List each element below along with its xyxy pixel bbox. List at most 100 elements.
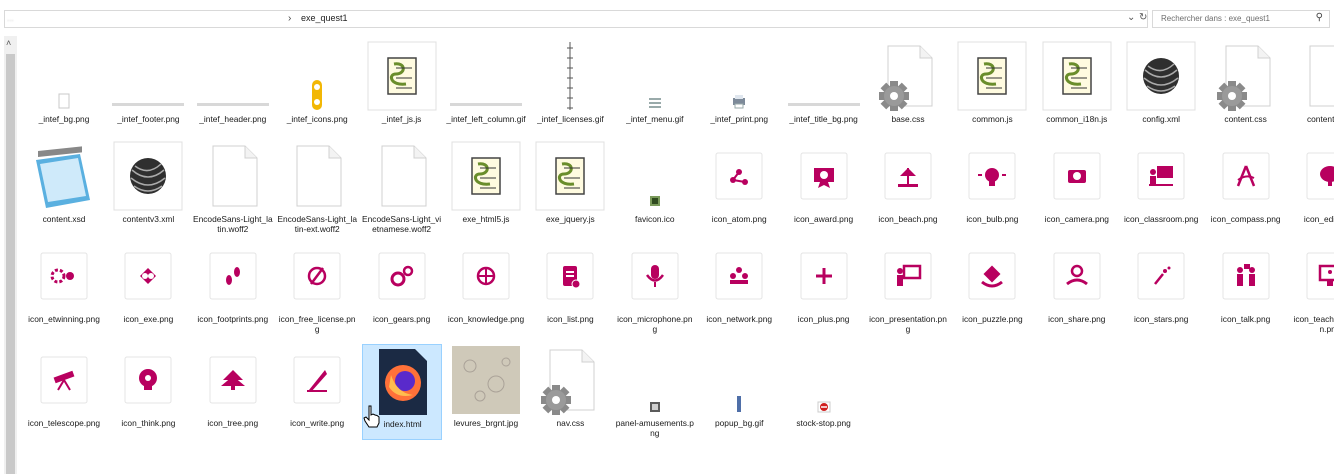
file-item[interactable]: EncodeSans-Light_latin.woff2 xyxy=(193,140,273,236)
file-item[interactable]: icon_puzzle.png xyxy=(952,240,1032,336)
search-box[interactable]: Rechercher dans : exe_quest1 ⚲ xyxy=(1152,10,1330,28)
file-item[interactable]: _intef_left_column.gif xyxy=(446,40,526,136)
file-item[interactable]: _intef_icons.png xyxy=(277,40,357,136)
file-item[interactable]: contentv3.xml xyxy=(108,140,188,236)
file-item[interactable]: EncodeSans-Light_vietnamese.woff2 xyxy=(362,140,442,236)
file-item[interactable]: icon_microphone.png xyxy=(615,240,695,336)
stop-sign-icon xyxy=(817,401,831,413)
search-input[interactable]: Rechercher dans : exe_quest1 xyxy=(1161,14,1270,23)
file-name: icon_edia.png xyxy=(1303,214,1334,224)
file-name: content.css xyxy=(1224,114,1267,124)
file-item[interactable]: _intef_bg.png xyxy=(24,40,104,136)
file-item[interactable]: levures_brgnt.jpg xyxy=(446,344,526,440)
file-item[interactable]: icon_atom.png xyxy=(699,140,779,236)
file-item[interactable]: icon_compass.png xyxy=(1206,140,1286,236)
file-item[interactable]: _intef_licenses.gif xyxy=(530,40,610,136)
menu-lines-icon xyxy=(648,98,661,108)
file-item[interactable]: content.data xyxy=(1290,40,1334,136)
magenta-list-icon xyxy=(546,252,594,300)
file-item[interactable]: icon_classroom.png xyxy=(1121,140,1201,236)
file-item[interactable]: icon_exe.png xyxy=(108,240,188,336)
magenta-knowledge-icon xyxy=(462,252,510,300)
file-item[interactable]: icon_beach.png xyxy=(868,140,948,236)
file-item[interactable]: exe_html5.js xyxy=(446,140,526,236)
thin-strip-icon xyxy=(112,103,185,106)
file-item[interactable]: icon_camera.png xyxy=(1037,140,1117,236)
js-script-icon xyxy=(1042,41,1112,111)
blank-doc-icon xyxy=(296,145,342,207)
file-item[interactable]: icon_share.png xyxy=(1037,240,1117,336)
file-name: icon_network.png xyxy=(706,314,773,324)
file-name: _intef_header.png xyxy=(199,114,267,124)
chevron-down-icon[interactable]: ⌄ xyxy=(1127,12,1135,23)
scroll-up-arrow-icon[interactable]: ˄ xyxy=(6,38,11,48)
file-item[interactable]: icon_network.png xyxy=(699,240,779,336)
file-item[interactable]: icon_edia.png xyxy=(1290,140,1334,236)
js-script-icon xyxy=(367,41,437,111)
file-name: icon_footprints.png xyxy=(197,314,269,324)
address-bar[interactable]: ... › exe_quest1 ⌄ ↻ xyxy=(4,10,1148,28)
file-item[interactable]: icon_plus.png xyxy=(784,240,864,336)
scrollbar-thumb[interactable] xyxy=(6,54,15,474)
file-item[interactable]: exe_jquery.js xyxy=(530,140,610,236)
file-item[interactable]: icon_bulb.png xyxy=(952,140,1032,236)
file-name: icon_award.png xyxy=(794,214,854,224)
file-item[interactable]: icon_teacher_screen.png xyxy=(1290,240,1334,336)
magenta-stars-icon xyxy=(1137,252,1185,300)
file-item[interactable]: content.xsd xyxy=(24,140,104,236)
file-item[interactable]: base.css xyxy=(868,40,948,136)
search-icon[interactable]: ⚲ xyxy=(1316,12,1323,23)
file-item[interactable]: EncodeSans-Light_latin-ext.woff2 xyxy=(277,140,357,236)
file-name: icon_plus.png xyxy=(797,314,850,324)
favicon-icon xyxy=(649,196,660,206)
magenta-brain-icon xyxy=(1306,152,1334,200)
breadcrumb-current[interactable]: exe_quest1 xyxy=(301,13,348,23)
file-item[interactable]: icon_think.png xyxy=(108,344,188,440)
file-name: icon_camera.png xyxy=(1044,214,1109,224)
file-item[interactable]: _intef_print.png xyxy=(699,40,779,136)
file-item[interactable]: favicon.ico xyxy=(615,140,695,236)
file-name: config.xml xyxy=(1142,114,1181,124)
file-item[interactable]: icon_telescope.png xyxy=(24,344,104,440)
file-name: levures_brgnt.jpg xyxy=(453,418,519,428)
file-item[interactable]: icon_etwinning.png xyxy=(24,240,104,336)
file-item[interactable]: icon_presentation.png xyxy=(868,240,948,336)
file-name: _intef_js.js xyxy=(381,114,422,124)
file-item[interactable]: stock-stop.png xyxy=(784,344,864,440)
magenta-presentation-icon xyxy=(884,252,932,300)
file-item[interactable]: content.css xyxy=(1206,40,1286,136)
file-name: _intef_footer.png xyxy=(117,114,180,124)
vertical-scrollbar[interactable]: ˄ xyxy=(4,36,17,474)
file-item[interactable]: icon_knowledge.png xyxy=(446,240,526,336)
file-item[interactable]: panel-amusements.png xyxy=(615,344,695,440)
file-item[interactable]: nav.css xyxy=(530,344,610,440)
file-name: _intef_licenses.gif xyxy=(537,114,604,124)
file-item[interactable]: config.xml xyxy=(1121,40,1201,136)
file-name: icon_write.png xyxy=(290,418,345,428)
thin-strip-icon xyxy=(787,103,860,106)
file-item[interactable]: icon_write.png xyxy=(277,344,357,440)
file-item[interactable]: popup_bg.gif xyxy=(699,344,779,440)
thin-strip-icon xyxy=(450,103,522,106)
breadcrumb-blurred: ... xyxy=(7,14,14,23)
magenta-etwinning-icon xyxy=(40,252,88,300)
file-item[interactable]: _intef_footer.png xyxy=(108,40,188,136)
file-item[interactable]: common.js xyxy=(952,40,1032,136)
file-item[interactable]: icon_gears.png xyxy=(362,240,442,336)
file-item[interactable]: icon_free_license.png xyxy=(277,240,357,336)
file-item[interactable]: common_i18n.js xyxy=(1037,40,1117,136)
file-name: base.css xyxy=(891,114,925,124)
file-item[interactable]: icon_list.png xyxy=(530,240,610,336)
file-item[interactable]: _intef_menu.gif xyxy=(615,40,695,136)
file-item[interactable]: icon_talk.png xyxy=(1206,240,1286,336)
file-item[interactable]: _intef_title_bg.png xyxy=(784,40,864,136)
file-item[interactable]: _intef_js.js xyxy=(362,40,442,136)
magenta-tree-icon xyxy=(209,356,257,404)
file-name: _intef_menu.gif xyxy=(626,114,684,124)
file-item[interactable]: icon_award.png xyxy=(784,140,864,236)
file-item[interactable]: icon_footprints.png xyxy=(193,240,273,336)
file-item[interactable]: icon_tree.png xyxy=(193,344,273,440)
refresh-icon[interactable]: ↻ xyxy=(1139,12,1147,23)
file-item[interactable]: icon_stars.png xyxy=(1121,240,1201,336)
file-item[interactable]: _intef_header.png xyxy=(193,40,273,136)
